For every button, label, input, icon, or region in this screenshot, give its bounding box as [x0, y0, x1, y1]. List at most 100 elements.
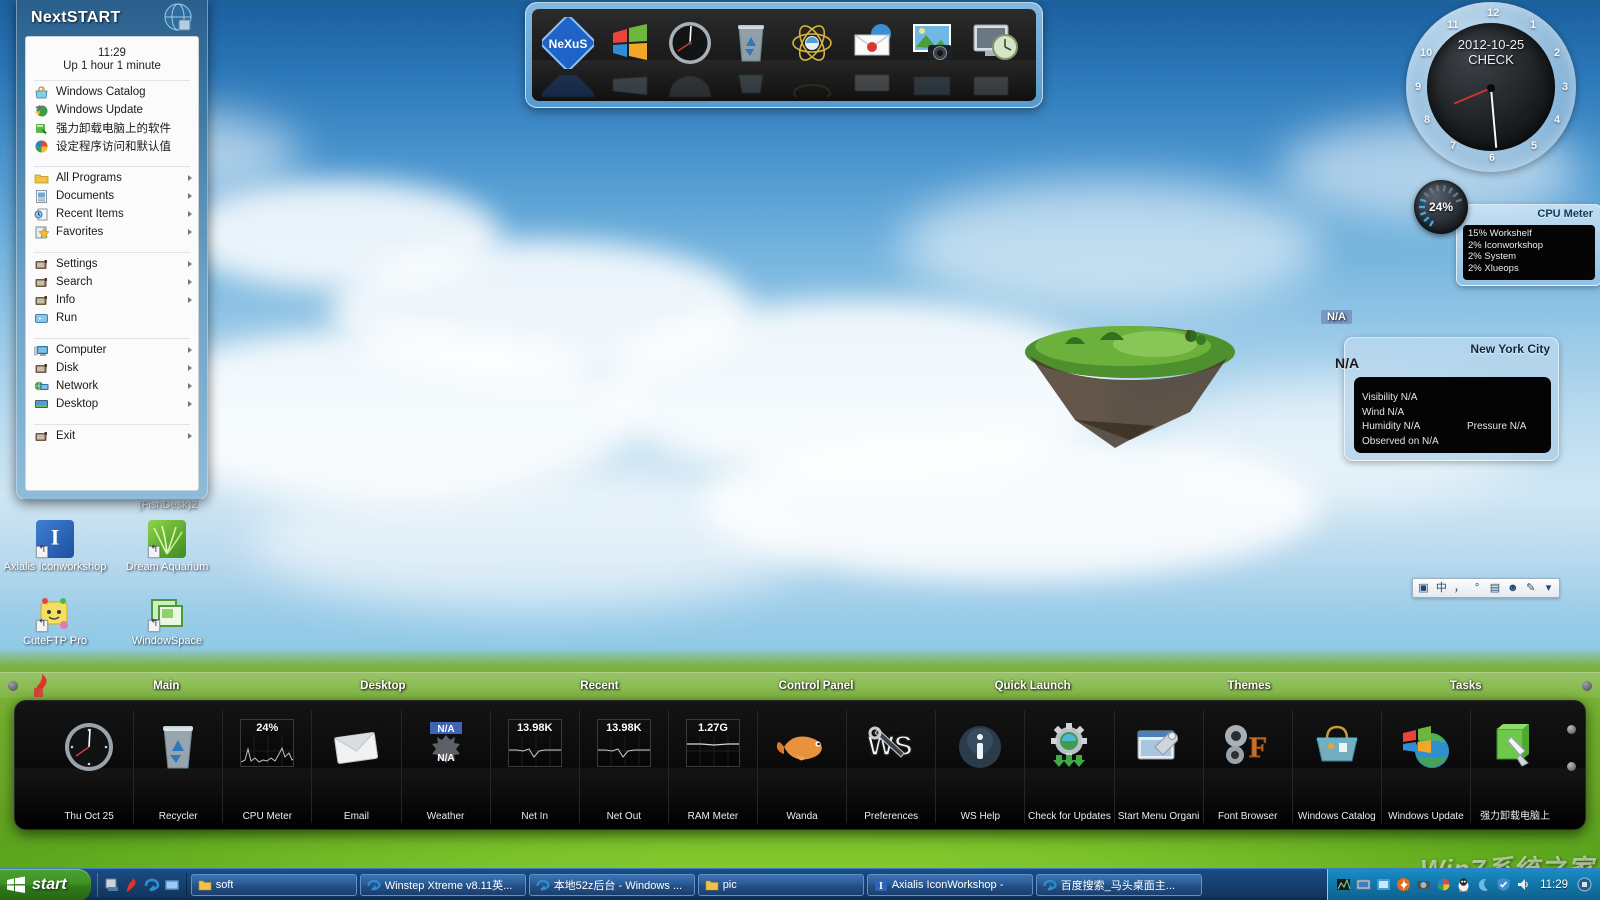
task-button[interactable]: pic — [698, 874, 864, 896]
dock-knob-up[interactable] — [1567, 725, 1576, 734]
menu-item-run[interactable]: Run — [26, 309, 198, 327]
system-tray[interactable]: 11:29 — [1327, 869, 1600, 900]
ime-tools-icon[interactable]: ✎ — [1524, 581, 1537, 595]
menu-item-exit[interactable]: Exit — [26, 427, 198, 445]
ime-user-icon[interactable]: ☻ — [1506, 581, 1519, 595]
menu-item-windows-update[interactable]: Windows Update — [26, 101, 198, 119]
main-dock[interactable]: Thu Oct 25 Recycler 24% CPU Meter Email — [14, 700, 1586, 830]
task-button[interactable]: 本地52z后台 - Windows ... — [529, 874, 695, 896]
start-button[interactable]: start — [0, 869, 91, 900]
tab-quick-launch[interactable]: Quick Launch — [924, 680, 1141, 692]
taskbar-task-list[interactable]: soft Winstep Xtreme v8.11英... 本地52z后台 - … — [187, 874, 1327, 896]
dock-item-weather[interactable]: N/A N/A Weather — [401, 710, 490, 823]
desktop-icon-cuteftp-pro[interactable]: CuteFTP Pro — [0, 594, 110, 648]
dock-item-network[interactable] — [786, 17, 843, 95]
tab-control-panel[interactable]: Control Panel — [708, 680, 925, 692]
tab-tasks[interactable]: Tasks — [1357, 680, 1574, 692]
dock-item-email[interactable] — [847, 17, 904, 95]
tab-bar-left-knob[interactable] — [8, 681, 18, 691]
dock-item-cpu-meter[interactable]: 24% CPU Meter — [222, 710, 311, 823]
tab-themes[interactable]: Themes — [1141, 680, 1358, 692]
folder-blue-icon[interactable] — [1376, 877, 1391, 892]
tab-recent[interactable]: Recent — [491, 680, 708, 692]
menu-item-settings[interactable]: Settings — [26, 255, 198, 273]
dock-item-screensaver[interactable] — [969, 17, 1026, 95]
menu-item-program-defaults[interactable]: 设定程序访问和默认值 — [26, 137, 198, 155]
tab-bar-right-knob[interactable] — [1582, 681, 1592, 691]
task-button[interactable]: I Axialis IconWorkshop - — [867, 874, 1033, 896]
menu-item-desktop[interactable]: Desktop — [26, 395, 198, 413]
dock-item-windows-catalog[interactable]: Windows Catalog — [1292, 710, 1381, 823]
dock-item-ram-meter[interactable]: 1.27G RAM Meter — [668, 710, 757, 823]
desktop-icon-dream-aquarium[interactable]: Dream Aquarium — [112, 520, 222, 574]
dock-item-recycler[interactable]: Recycler — [133, 710, 222, 823]
dock-item-clock[interactable] — [664, 17, 721, 95]
ime-punctuation-icon[interactable]: ， — [1453, 581, 1466, 595]
maxthon-icon[interactable] — [124, 877, 140, 893]
dock-item-start-menu-organizer[interactable]: Start Menu Organi — [1114, 710, 1203, 823]
dock-knob-down[interactable] — [1567, 762, 1576, 771]
ime-language-bar[interactable]: ▣ 中 ， ° ▤ ☻ ✎ ▾ — [1412, 578, 1560, 598]
dock-item-preferences[interactable]: WS Preferences — [846, 710, 935, 823]
dock-item-windows[interactable] — [603, 17, 660, 95]
task-button[interactable]: 百度搜索_马头桌面主... — [1036, 874, 1202, 896]
desktop-icon-windowspace[interactable]: WindowSpace — [112, 594, 222, 648]
quick-launch-bar[interactable] — [97, 873, 187, 897]
dock-item-net-out[interactable]: 13.98K Net Out — [579, 710, 668, 823]
task-button[interactable]: Winstep Xtreme v8.11英... — [360, 874, 526, 896]
media-player-icon[interactable] — [164, 877, 180, 893]
dock-scroll-knobs[interactable] — [1567, 725, 1576, 799]
dock-item-nexus[interactable]: NeXuS — [542, 17, 599, 95]
qq-penguin-icon[interactable] — [1456, 877, 1471, 892]
menu-item-info[interactable]: Info — [26, 291, 198, 309]
dock-item-check-for-updates[interactable]: Check for Updates — [1024, 710, 1113, 823]
display-icon[interactable] — [1356, 877, 1371, 892]
menu-item-computer[interactable]: Computer — [26, 341, 198, 359]
menu-item-all-programs[interactable]: All Programs — [26, 169, 198, 187]
nextstart-menu[interactable]: NextSTART 11:29 Up 1 hour 1 minute Windo… — [16, 0, 208, 500]
windows-taskbar[interactable]: start soft Winstep Xtreme v8.11英... 本地52… — [0, 868, 1600, 900]
network-activity-icon[interactable] — [1336, 877, 1351, 892]
dock-item-clock[interactable]: Thu Oct 25 — [45, 710, 133, 823]
show-desktop-icon[interactable] — [104, 877, 120, 893]
menu-item-favorites[interactable]: Favorites — [26, 223, 198, 241]
dock-item-net-in[interactable]: 13.98K Net In — [490, 710, 579, 823]
volume-icon[interactable] — [1516, 877, 1531, 892]
ime-chinese-icon[interactable]: 中 — [1435, 581, 1448, 595]
dock-tab-bar[interactable]: Main Desktop Recent Control Panel Quick … — [0, 672, 1600, 698]
dock-item-recycler[interactable] — [725, 17, 782, 95]
ime-keyboard-icon[interactable]: ▤ — [1489, 581, 1502, 595]
menu-item-network[interactable]: Network — [26, 377, 198, 395]
menu-item-search[interactable]: Search — [26, 273, 198, 291]
menu-item-windows-catalog[interactable]: Windows Catalog — [26, 83, 198, 101]
menu-item-documents[interactable]: Documents — [26, 187, 198, 205]
dock-item-email[interactable]: Email — [311, 710, 400, 823]
dock-item-uninstall-software[interactable]: 强力卸载电脑上 — [1470, 710, 1559, 823]
moon-icon[interactable] — [1476, 877, 1491, 892]
taskbar-clock[interactable]: 11:29 — [1536, 879, 1572, 891]
dock-item-wanda[interactable]: Wanda — [757, 710, 846, 823]
analog-clock-widget[interactable]: 12 1 2 3 4 5 6 7 8 9 10 11 2012-10-25 CH… — [1406, 2, 1576, 172]
tab-desktop[interactable]: Desktop — [275, 680, 492, 692]
show-desktop-icon[interactable] — [1577, 877, 1592, 892]
ime-panel-icon[interactable]: ▣ — [1417, 581, 1430, 595]
tab-main[interactable]: Main — [58, 680, 275, 692]
dock-item-ws-help[interactable]: WS Help — [935, 710, 1024, 823]
dock-item-font-browser[interactable]: F Font Browser — [1203, 710, 1292, 823]
dock-item-windows-update[interactable]: Windows Update — [1381, 710, 1470, 823]
task-button[interactable]: soft — [191, 874, 357, 896]
nexus-dock[interactable]: NeXuS — [525, 2, 1043, 108]
colorwheel-icon[interactable] — [1436, 877, 1451, 892]
cpu-meter-widget[interactable]: CPU Meter 15% Workshelf 2% Iconworkshop … — [1414, 180, 1564, 288]
update-shield-icon[interactable] — [1496, 877, 1511, 892]
ime-menu-icon[interactable]: ▾ — [1542, 581, 1555, 595]
internet-explorer-icon[interactable] — [144, 877, 160, 893]
dock-item-camera[interactable] — [908, 17, 965, 95]
camera-icon[interactable] — [1416, 877, 1431, 892]
thunder-icon[interactable] — [1396, 877, 1411, 892]
menu-item-disk[interactable]: Disk — [26, 359, 198, 377]
ime-halfwidth-icon[interactable]: ° — [1471, 581, 1484, 595]
weather-widget[interactable]: N/A New York City N/A Visibility N/A Win… — [1344, 337, 1559, 461]
menu-item-recent-items[interactable]: Recent Items — [26, 205, 198, 223]
menu-item-uninstall-software[interactable]: 强力卸载电脑上的软件 — [26, 119, 198, 137]
